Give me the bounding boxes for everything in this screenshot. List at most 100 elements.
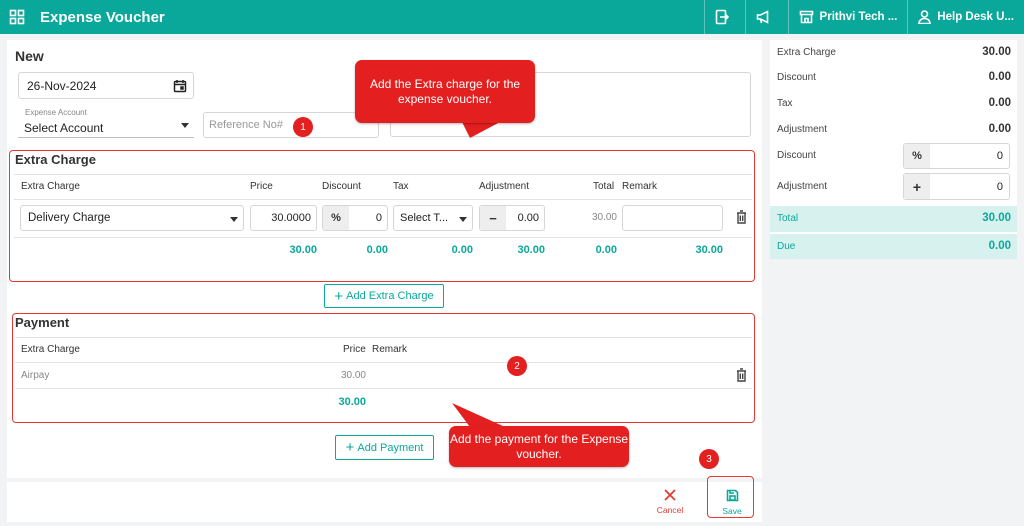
user-name: Help Desk U... [937, 11, 1014, 23]
discount-type-toggle[interactable]: % [323, 206, 349, 230]
save-highlight [707, 476, 754, 518]
summary-adjustment-input[interactable]: + 0 [903, 173, 1010, 200]
chevron-down-icon [230, 217, 238, 222]
exit-button[interactable] [703, 0, 745, 34]
payment-col-price: Price [343, 344, 366, 355]
plus-icon: + [345, 439, 355, 456]
divider [15, 388, 752, 389]
remark-input[interactable] [622, 205, 723, 231]
announcement-button[interactable] [744, 0, 788, 34]
trash-icon[interactable] [736, 368, 747, 382]
extra-charge-select[interactable]: Delivery Charge [20, 205, 244, 231]
total-label: Total [777, 213, 799, 224]
add-extra-charge-button[interactable]: + Add Extra Charge [324, 284, 444, 308]
add-payment-label: Add Payment [357, 441, 424, 454]
cancel-label: Cancel [656, 505, 684, 515]
chevron-down-icon [459, 217, 467, 222]
payment-highlight [12, 313, 755, 423]
total-remark: 30.00 [695, 244, 723, 256]
expense-account-value: Select Account [24, 121, 104, 135]
adjustment-sign-toggle[interactable]: + [904, 174, 930, 199]
divider [14, 237, 752, 238]
tax-value: Select T... [400, 212, 449, 224]
summary-row: Extra Charge 30.00 [770, 40, 1017, 66]
summary-panel: Extra Charge 30.00 Discount 0.00 Tax 0.0… [770, 40, 1017, 259]
step-badge-3: 3 [699, 449, 719, 469]
user-icon [918, 10, 932, 24]
payment-total: 30.00 [338, 396, 366, 408]
close-icon [664, 489, 676, 501]
app-header: Expense Voucher Prithvi Tech ... Help De… [0, 0, 1024, 34]
adjustment-input[interactable]: − 0.00 [479, 205, 545, 231]
summary-value: 30.00 [982, 46, 1011, 58]
payment-name: Airpay [21, 370, 50, 381]
step-badge-1: 1 [293, 117, 313, 137]
step-badge-2: 2 [507, 356, 527, 376]
form-heading: New [15, 48, 44, 64]
divider [14, 199, 752, 200]
user-menu[interactable]: Help Desk U... [907, 0, 1024, 34]
summary-row: Tax 0.00 [770, 91, 1017, 117]
extra-charge-callout: Add the Extra charge for the expense vou… [355, 60, 535, 123]
expense-account-select[interactable]: Expense Account Select Account [18, 106, 194, 138]
reference-placeholder: Reference No# [209, 119, 283, 131]
divider [15, 362, 752, 363]
add-payment-button[interactable]: + Add Payment [335, 435, 434, 460]
plus-icon: + [334, 287, 344, 305]
tax-select[interactable]: Select T... [393, 205, 473, 231]
summary-adjustment-value: 0 [996, 181, 1003, 193]
store-icon [799, 10, 813, 24]
summary-total-row: Total 30.00 [770, 206, 1017, 232]
action-bar: Cancel Save [7, 482, 762, 522]
extra-charge-title: Extra Charge [15, 152, 96, 167]
summary-label: Extra Charge [777, 47, 836, 58]
col-extra-charge: Extra Charge [21, 181, 80, 192]
discount-value: 0 [375, 212, 382, 224]
page-title: Expense Voucher [40, 8, 165, 26]
summary-value: 0.00 [988, 71, 1011, 83]
row-total: 30.00 [591, 212, 617, 223]
date-value: 26-Nov-2024 [27, 79, 97, 93]
payment-price: 30.00 [340, 370, 366, 381]
summary-row: Adjustment 0.00 [770, 117, 1017, 143]
trash-icon[interactable] [736, 210, 747, 224]
summary-label: Discount [777, 72, 816, 83]
app-grid-icon[interactable] [0, 0, 34, 34]
price-input[interactable]: 30.0000 [250, 205, 317, 231]
total-total: 0.00 [595, 244, 617, 256]
payment-title: Payment [15, 315, 70, 330]
divider [15, 337, 752, 338]
adjustment-sign-toggle[interactable]: − [480, 206, 506, 230]
chevron-down-icon [181, 123, 189, 128]
col-adjustment: Adjustment [479, 181, 530, 192]
summary-label: Tax [777, 98, 793, 109]
extra-charge-value: Delivery Charge [28, 212, 111, 224]
summary-discount-value: 0 [996, 150, 1003, 162]
company-name: Prithvi Tech ... [819, 11, 898, 23]
total-tax: 0.00 [451, 244, 473, 256]
summary-value: 0.00 [988, 97, 1011, 109]
discount-type-toggle[interactable]: % [904, 144, 930, 168]
reference-input[interactable]: Reference No# [203, 112, 379, 138]
col-tax: Tax [393, 181, 409, 192]
cancel-button[interactable]: Cancel [639, 485, 701, 519]
total-price: 30.00 [289, 244, 317, 256]
summary-discount-input[interactable]: % 0 [903, 143, 1010, 169]
exit-icon [715, 9, 729, 25]
price-value: 30.0000 [271, 212, 311, 224]
date-field[interactable]: 26-Nov-2024 [18, 72, 194, 99]
total-value: 30.00 [982, 212, 1011, 224]
expense-account-label: Expense Account [25, 108, 87, 117]
summary-label: Adjustment [777, 124, 828, 135]
adjustment-value: 0.00 [517, 212, 539, 224]
summary-value: 0.00 [988, 123, 1011, 135]
summary-discount-label: Discount [777, 150, 816, 161]
company-selector[interactable]: Prithvi Tech ... [787, 0, 908, 34]
divider [14, 174, 752, 175]
add-extra-charge-label: Add Extra Charge [346, 290, 434, 302]
due-label: Due [777, 241, 796, 252]
summary-adjustment-label: Adjustment [777, 181, 828, 192]
payment-callout: Add the payment for the Expense voucher. [449, 426, 629, 467]
discount-input[interactable]: % 0 [322, 205, 388, 231]
total-discount: 0.00 [366, 244, 388, 256]
